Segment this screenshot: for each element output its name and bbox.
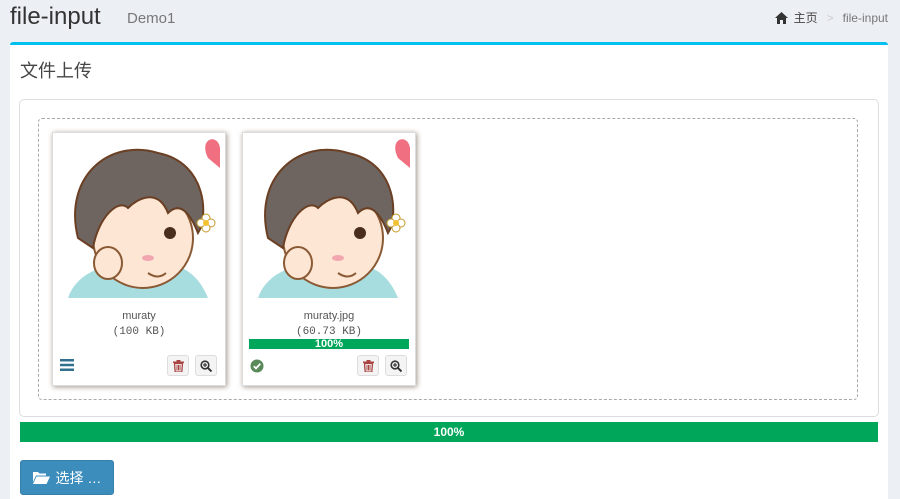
success-check-icon [250,359,264,373]
zoom-in-icon [200,359,212,372]
zoom-file-button[interactable] [385,355,407,376]
upload-progress-bar: 100% [20,422,878,442]
trash-icon [172,359,184,372]
home-icon[interactable] [774,11,788,24]
breadcrumb-current: file-input [842,10,888,25]
file-progress-bar: 100% [249,339,409,350]
file-preview-panel: muraty (100 KB) muraty.jpg (60.73 KB) 10… [19,99,879,417]
file-preview-frame: muraty.jpg (60.73 KB) 100% [242,132,416,386]
delete-file-button[interactable] [357,355,379,376]
breadcrumb: 主页 > file-input [774,9,888,26]
browse-button-label: 选择 … [55,469,102,486]
file-size: (100 KB) [112,326,166,338]
content-header: file-input Demo1 主页 > file-input [0,0,900,44]
browse-button[interactable]: 选择 … [20,460,114,495]
zoom-file-button[interactable] [195,355,217,376]
page-subtitle: Demo1 [127,10,176,27]
preview-image [58,138,220,298]
file-size: (60.73 KB) [295,326,362,338]
zoom-in-icon [390,359,402,372]
upload-box: 文件上传 muraty (100 KB) muraty.jpg (60.73 K… [10,42,888,499]
folder-open-icon [32,472,50,484]
file-name: muraty [122,310,156,322]
delete-file-button[interactable] [167,355,189,376]
file-drop-zone[interactable]: muraty (100 KB) muraty.jpg (60.73 KB) 10… [38,118,858,400]
drag-handle-icon[interactable] [60,359,74,371]
breadcrumb-separator: > [826,10,834,25]
file-preview-frame: muraty (100 KB) [52,132,226,386]
breadcrumb-home-link[interactable]: 主页 [794,9,818,26]
page-title: file-input [10,3,101,30]
trash-icon [362,359,374,372]
preview-image [248,138,410,298]
box-title: 文件上传 [20,61,92,81]
file-name: muraty.jpg [303,310,355,322]
